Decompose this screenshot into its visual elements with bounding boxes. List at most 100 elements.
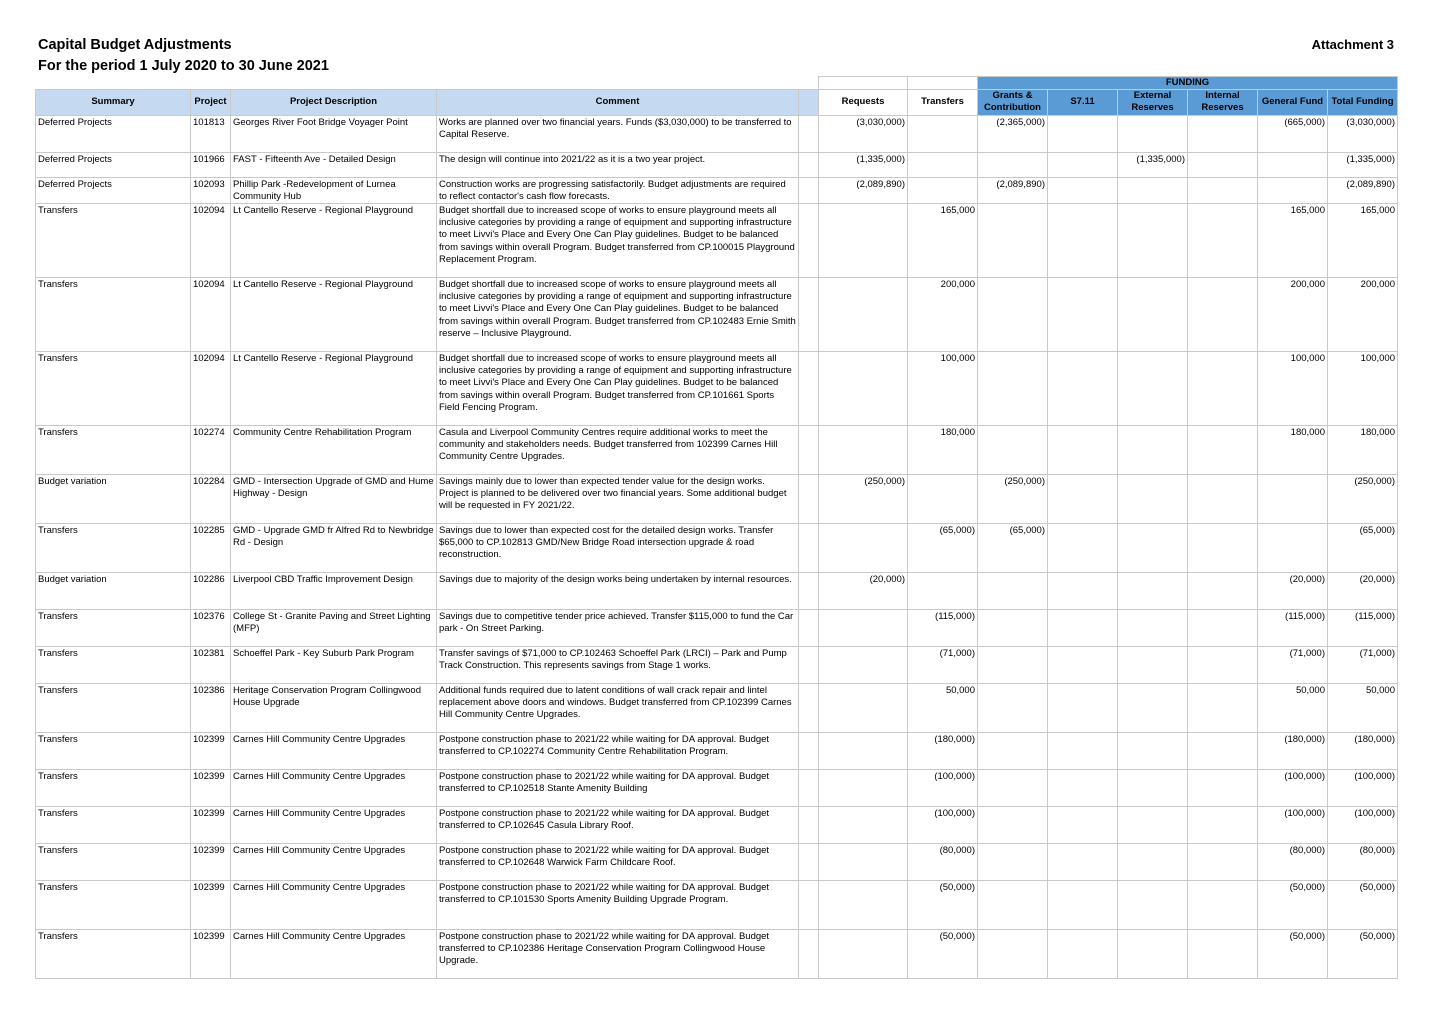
cell-description: Liverpool CBD Traffic Improvement Design — [230, 572, 437, 611]
table-row: Transfers 102094 Lt Cantello Reserve - Reg… — [35, 203, 1398, 279]
table-row: Budget variation 102286 Liverpool CBD Traf… — [35, 572, 1398, 611]
cell-grants — [977, 880, 1048, 931]
col-external: External Reserves — [1117, 89, 1188, 116]
cell-description: Community Centre Rehabilitation Program — [230, 425, 437, 476]
col-description: Project Description — [230, 89, 437, 116]
cell-internal — [1187, 474, 1258, 525]
table-row: Transfers 102381 Schoeffel Park - Key Subu… — [35, 646, 1398, 685]
cell-s711 — [1047, 843, 1118, 882]
cell-total: (65,000) — [1327, 523, 1398, 574]
cell-external — [1117, 523, 1188, 574]
cell-total: (50,000) — [1327, 929, 1398, 980]
cell-s711 — [1047, 929, 1118, 980]
cell-transfers — [907, 176, 978, 205]
cell-s711 — [1047, 151, 1118, 178]
cell-transfers: (65,000) — [907, 523, 978, 574]
cell-requests — [818, 929, 908, 980]
cell-description: GMD - Upgrade GMD fr Alfred Rd to Newbri… — [230, 523, 437, 574]
cell-general: 100,000 — [1257, 351, 1328, 427]
cell-external — [1117, 843, 1188, 882]
cell-general: (80,000) — [1257, 843, 1328, 882]
cell-summary: Transfers — [35, 683, 191, 734]
cell-grants — [977, 769, 1048, 808]
cell-comment: Savings due to competitive tender price … — [436, 609, 799, 648]
table-row: Transfers 102094 Lt Cantello Reserve - Reg… — [35, 277, 1398, 353]
cell-transfers: 180,000 — [907, 425, 978, 476]
cell-comment: The design will continue into 2021/22 as… — [436, 151, 799, 178]
cell-total: (71,000) — [1327, 646, 1398, 685]
cell-requests — [818, 523, 908, 574]
cell-general — [1257, 176, 1328, 205]
cell-external — [1117, 609, 1188, 648]
cell-project: 102094 — [190, 351, 231, 427]
cell-project: 102399 — [190, 806, 231, 845]
cell-project: 101966 — [190, 151, 231, 178]
page-title: Capital Budget Adjustments — [38, 37, 232, 53]
cell-internal — [1187, 646, 1258, 685]
cell-total: 50,000 — [1327, 683, 1398, 734]
cell-comment: Works are planned over two financial yea… — [436, 114, 799, 153]
cell-general: (115,000) — [1257, 609, 1328, 648]
cell-grants — [977, 425, 1048, 476]
cell-transfers: (50,000) — [907, 929, 978, 980]
cell-transfers: 50,000 — [907, 683, 978, 734]
cell-external — [1117, 474, 1188, 525]
cell-project: 102274 — [190, 425, 231, 476]
cell-external — [1117, 351, 1188, 427]
cell-transfers: (71,000) — [907, 646, 978, 685]
cell-project: 102284 — [190, 474, 231, 525]
col-general: General Fund — [1257, 89, 1328, 116]
cell-total: (50,000) — [1327, 880, 1398, 931]
cell-internal — [1187, 572, 1258, 611]
cell-comment: Postpone construction phase to 2021/22 w… — [436, 769, 799, 808]
cell-spacer — [798, 277, 819, 353]
cell-spacer — [798, 203, 819, 279]
cell-description: Carnes Hill Community Centre Upgrades — [230, 806, 437, 845]
cell-comment: Postpone construction phase to 2021/22 w… — [436, 806, 799, 845]
cell-comment: Casula and Liverpool Community Centres r… — [436, 425, 799, 476]
cell-total: 165,000 — [1327, 203, 1398, 279]
cell-requests — [818, 646, 908, 685]
cell-spacer — [798, 176, 819, 205]
cell-requests: (1,335,000) — [818, 151, 908, 178]
cell-spacer — [798, 880, 819, 931]
cell-internal — [1187, 351, 1258, 427]
col-summary: Summary — [35, 89, 191, 116]
cell-comment: Budget shortfall due to increased scope … — [436, 351, 799, 427]
cell-internal — [1187, 769, 1258, 808]
cell-requests — [818, 732, 908, 771]
cell-requests — [818, 425, 908, 476]
cell-internal — [1187, 114, 1258, 153]
cell-spacer — [798, 843, 819, 882]
cell-grants — [977, 151, 1048, 178]
cell-s711 — [1047, 351, 1118, 427]
cell-transfers: 200,000 — [907, 277, 978, 353]
cell-project: 102399 — [190, 843, 231, 882]
cell-comment: Construction works are progressing satis… — [436, 176, 799, 205]
cell-summary: Transfers — [35, 929, 191, 980]
cell-summary: Transfers — [35, 277, 191, 353]
cell-spacer — [798, 351, 819, 427]
col-requests: Requests — [818, 89, 908, 116]
cell-internal — [1187, 277, 1258, 353]
cell-comment: Postpone construction phase to 2021/22 w… — [436, 732, 799, 771]
cell-spacer — [798, 114, 819, 153]
cell-external — [1117, 683, 1188, 734]
header-row-funding: FUNDING — [36, 75, 1398, 91]
cell-project: 102094 — [190, 203, 231, 279]
cell-total: (20,000) — [1327, 572, 1398, 611]
cell-external — [1117, 176, 1188, 205]
cell-requests — [818, 203, 908, 279]
attachment-label: Attachment 3 — [1311, 37, 1394, 52]
cell-total: (100,000) — [1327, 769, 1398, 808]
cell-description: Georges River Foot Bridge Voyager Point — [230, 114, 437, 153]
table-row: Deferred Projects 101966 FAST - Fifteenth … — [35, 151, 1398, 178]
cell-grants — [977, 683, 1048, 734]
cell-external — [1117, 806, 1188, 845]
cell-s711 — [1047, 277, 1118, 353]
period-subtitle: For the period 1 July 2020 to 30 June 20… — [38, 58, 329, 74]
cell-description: GMD - Intersection Upgrade of GMD and Hu… — [230, 474, 437, 525]
cell-summary: Transfers — [35, 880, 191, 931]
cell-comment: Postpone construction phase to 2021/22 w… — [436, 880, 799, 931]
col-grants: Grants & Contribution — [977, 89, 1048, 116]
